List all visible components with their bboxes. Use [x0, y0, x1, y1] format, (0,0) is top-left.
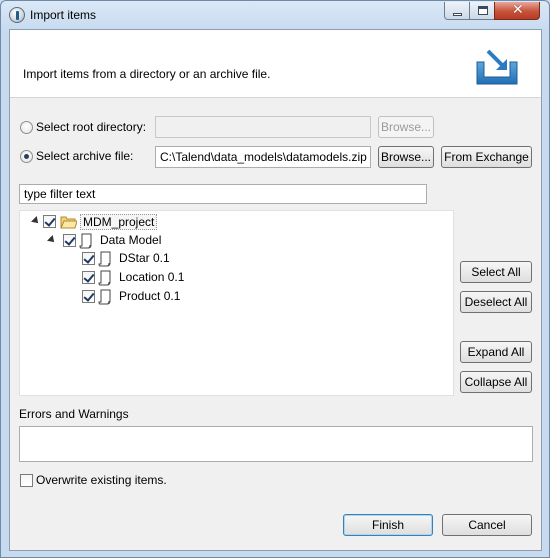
tree-node-label: Product 0.1 [119, 289, 181, 303]
archive-browse-button[interactable]: Browse... [378, 146, 434, 168]
minimize-icon [453, 13, 462, 16]
tree-node-product[interactable]: Product 0.1 [20, 288, 220, 306]
close-icon: ✕ [512, 2, 524, 18]
root-directory-field[interactable] [155, 116, 371, 138]
tree-node-label: Data Model [100, 233, 162, 247]
expanded-arrow-icon[interactable] [47, 235, 57, 245]
tree-checkbox[interactable] [63, 234, 76, 247]
finish-button[interactable]: Finish [343, 514, 433, 536]
document-icon [79, 233, 92, 249]
filter-input[interactable]: type filter text [19, 184, 427, 204]
deselect-all-button[interactable]: Deselect All [460, 291, 532, 313]
errors-warnings-label: Errors and Warnings [19, 407, 129, 421]
tree-checkbox[interactable] [82, 290, 95, 303]
tree-node-data-model[interactable]: Data Model [20, 232, 220, 250]
tree-checkbox[interactable] [82, 271, 95, 284]
collapse-all-button[interactable]: Collapse All [460, 371, 532, 393]
tree-node-label: MDM_project [80, 214, 158, 230]
tree-node-dstar[interactable]: DStar 0.1 [20, 250, 220, 268]
expanded-arrow-icon[interactable] [31, 216, 41, 226]
title-bar[interactable]: Import items ✕ [1, 1, 549, 29]
dialog-body: Import items from a directory or an arch… [9, 29, 542, 551]
import-tray-icon [476, 49, 518, 85]
root-browse-button[interactable]: Browse... [378, 116, 434, 138]
close-button[interactable]: ✕ [494, 2, 540, 20]
tree-node-label: DStar 0.1 [119, 251, 170, 265]
talend-app-icon [9, 7, 25, 23]
header-banner: Import items from a directory or an arch… [10, 30, 541, 98]
overwrite-label[interactable]: Overwrite existing items. [36, 473, 167, 487]
tree-node-location[interactable]: Location 0.1 [20, 269, 220, 287]
window-title: Import items [30, 8, 97, 22]
document-icon [98, 270, 111, 286]
tree-node-mdm-project[interactable]: MDM_project [20, 213, 220, 231]
document-icon [98, 289, 111, 305]
archive-file-label: Select archive file: [36, 149, 134, 163]
expand-all-button[interactable]: Expand All [460, 341, 532, 363]
root-directory-label: Select root directory: [36, 120, 147, 134]
cancel-button[interactable]: Cancel [442, 514, 532, 536]
errors-warnings-box [19, 426, 533, 462]
archive-file-field[interactable]: C:\Talend\data_models\datamodels.zip [155, 146, 371, 168]
from-exchange-button[interactable]: From Exchange [441, 146, 532, 168]
archive-file-radio[interactable] [20, 150, 33, 163]
overwrite-checkbox[interactable] [20, 474, 33, 487]
banner-description: Import items from a directory or an arch… [23, 67, 271, 81]
document-icon [98, 251, 111, 267]
items-tree[interactable]: MDM_project Data Model DStar 0.1 Locatio… [19, 210, 454, 396]
tree-checkbox[interactable] [82, 252, 95, 265]
import-items-dialog: Import items ✕ Import items from a direc… [0, 0, 550, 558]
folder-icon [60, 216, 77, 229]
minimize-button[interactable] [444, 2, 470, 20]
maximize-button[interactable] [469, 2, 495, 20]
tree-checkbox[interactable] [43, 215, 56, 228]
tree-node-label: Location 0.1 [119, 270, 185, 284]
root-directory-radio[interactable] [20, 121, 33, 134]
select-all-button[interactable]: Select All [460, 261, 532, 283]
maximize-icon [478, 6, 488, 15]
